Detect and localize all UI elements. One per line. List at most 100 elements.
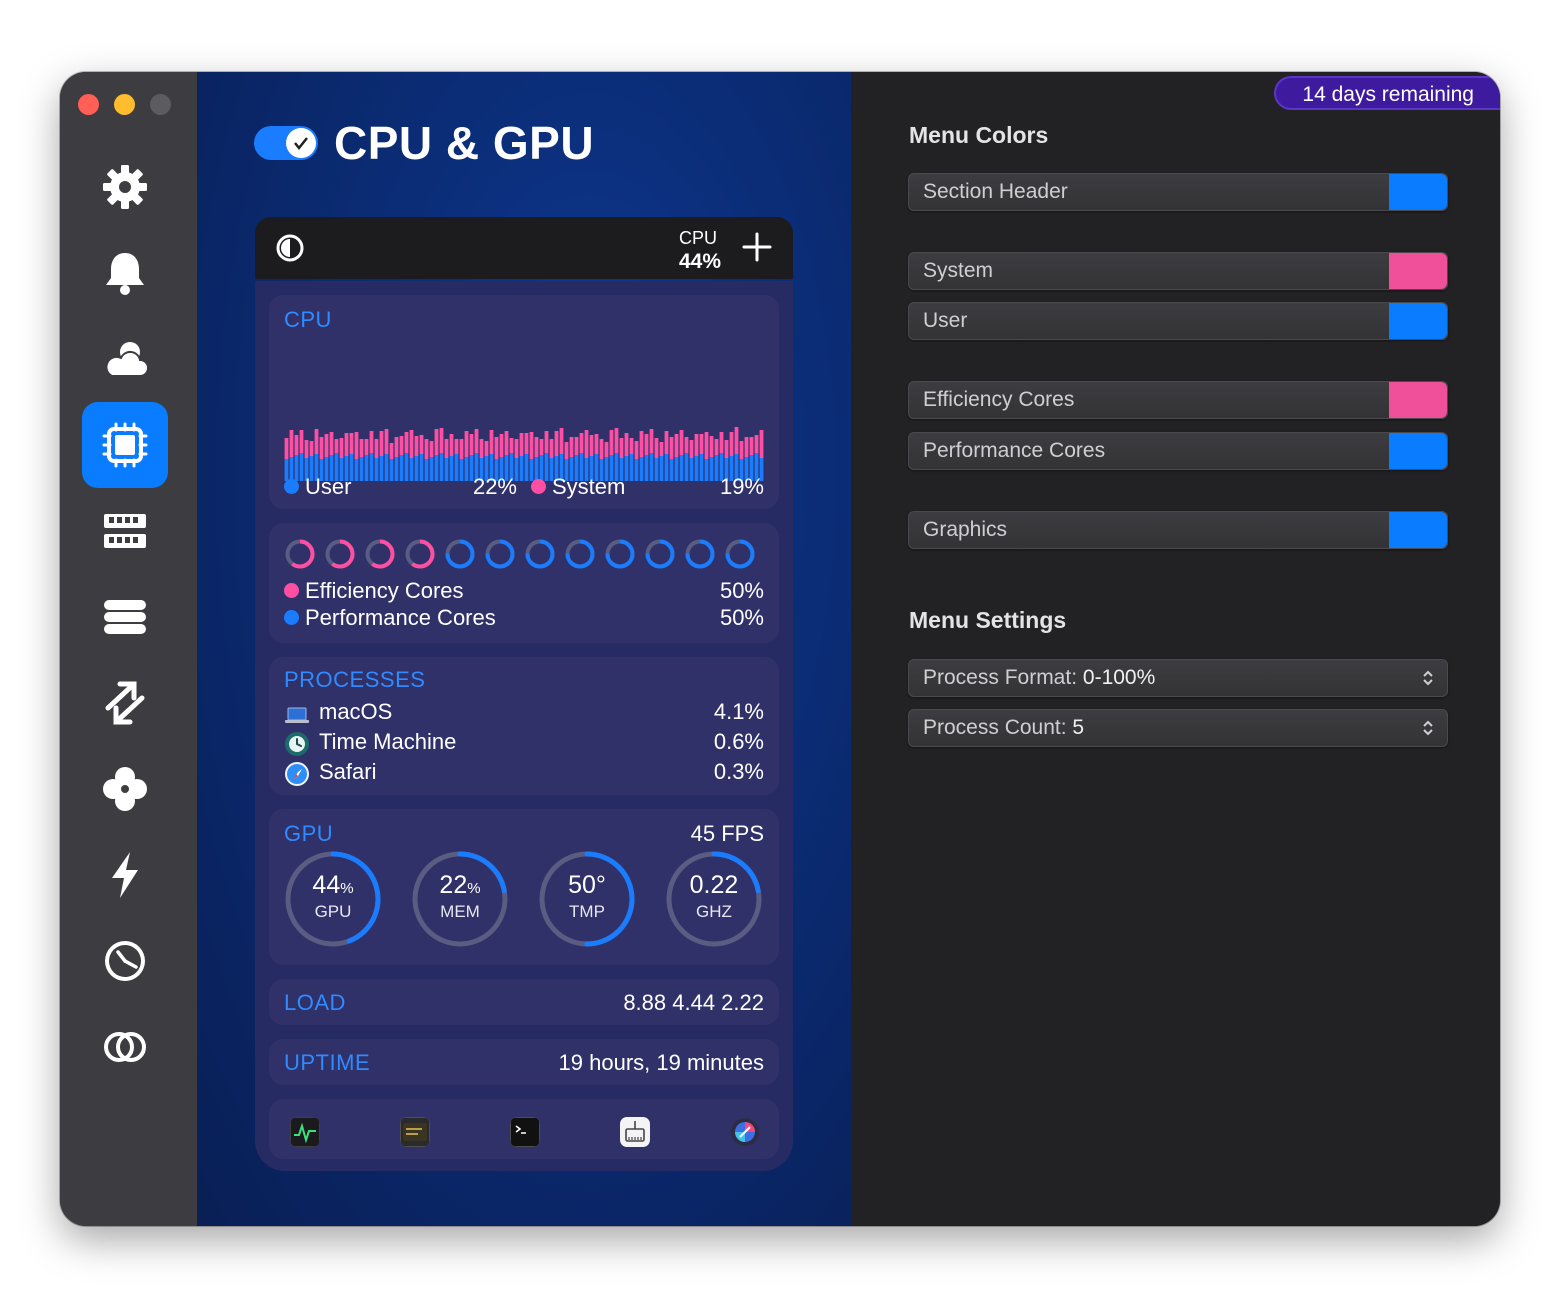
color-swatch[interactable]	[1389, 303, 1447, 339]
laptop-icon	[285, 707, 309, 723]
minimize-window-button[interactable]	[114, 94, 135, 115]
cpu-system-bar	[599, 439, 604, 459]
module-enabled-toggle[interactable]	[254, 126, 318, 160]
color-row-system[interactable]: System	[908, 252, 1448, 290]
sidebar-item-settings[interactable]	[82, 144, 168, 230]
close-window-button[interactable]	[78, 94, 99, 115]
cpu-user-bar	[389, 459, 394, 481]
sidebar-item-network[interactable]	[82, 660, 168, 746]
cpu-system-bar	[289, 430, 294, 457]
chip-icon	[102, 422, 148, 468]
sidebar-item-weather[interactable]	[82, 316, 168, 402]
dropdown-preview-card: CPU User 22% System 19% Efficiency Cores…	[255, 281, 793, 1171]
cpu-user-bar	[359, 457, 364, 481]
cpu-system-bar	[304, 440, 309, 458]
ram-icon	[104, 514, 146, 548]
cpu-system-bar	[314, 429, 319, 454]
sidebar-item-sensors[interactable]	[82, 746, 168, 832]
cpu-system-bar	[739, 441, 744, 459]
sidebar-item-cpu-gpu[interactable]	[82, 402, 168, 488]
cpu-system-bar	[734, 427, 739, 454]
sidebar-item-time[interactable]	[82, 918, 168, 1004]
gpu-title: GPU	[284, 821, 334, 846]
cpu-system-bar	[629, 438, 634, 454]
cpu-system-bar	[474, 429, 479, 453]
cpu-system-bar	[404, 432, 409, 453]
menubar-cpu-value: 44%	[679, 250, 722, 273]
cpu-system-bar	[674, 434, 679, 457]
sidebar-item-notifications[interactable]	[82, 230, 168, 316]
process-format-select[interactable]: Process Format: 0-100%	[908, 659, 1448, 697]
cpu-system-bar	[284, 438, 289, 459]
color-swatch[interactable]	[1389, 174, 1447, 210]
performance-legend: Performance Cores	[284, 605, 496, 631]
sidebar-item-bluetooth[interactable]	[82, 1004, 168, 1090]
color-swatch[interactable]	[1389, 433, 1447, 469]
disk-stack-icon	[104, 600, 146, 634]
cpu-system-bar	[569, 437, 574, 457]
load-value: 8.88 4.44 2.22	[623, 990, 764, 1015]
cpu-system-bar	[619, 438, 624, 458]
cpu-user-bar	[654, 458, 659, 481]
istat-icon[interactable]	[730, 1117, 760, 1147]
cpu-system-bar	[554, 431, 559, 456]
cpu-system-bar	[659, 442, 664, 456]
temp-gauge-value: 50°	[568, 871, 606, 899]
cpu-user-bar	[659, 456, 664, 481]
preview-panel: CPU & GPU CPU 44% CPU User 22% System 19…	[197, 72, 851, 1226]
activity-monitor-icon[interactable]	[290, 1117, 320, 1147]
process-count-select[interactable]: Process Count: 5	[908, 709, 1448, 747]
color-row-efficiency-cores[interactable]: Efficiency Cores	[908, 381, 1448, 419]
cpu-system-bar	[489, 430, 494, 454]
sidebar-item-battery[interactable]	[82, 832, 168, 918]
cpu-system-bar	[584, 430, 589, 458]
sidebar-item-disks[interactable]	[82, 574, 168, 660]
cpu-user-bar	[399, 455, 404, 481]
half-circle-icon[interactable]	[275, 233, 305, 263]
cpu-system-bar	[419, 435, 424, 454]
cpu-system-bar	[544, 431, 549, 453]
menubar-cpu-readout: CPU 44%	[679, 227, 721, 273]
color-swatch[interactable]	[1389, 512, 1447, 548]
cpu-system-bar	[329, 432, 334, 455]
console-icon[interactable]	[400, 1117, 430, 1147]
cpu-system-bar	[444, 439, 449, 458]
process-format-text: Process Format: 0-100%	[923, 666, 1156, 689]
freq-gauge-value: 0.22	[689, 871, 739, 899]
color-row-graphics[interactable]: Graphics	[908, 511, 1448, 549]
cpu-user-bar	[414, 456, 419, 481]
cpu-user-bar	[639, 457, 644, 481]
cpu-system-bar	[639, 431, 644, 457]
sidebar-item-memory[interactable]	[82, 488, 168, 574]
checkmark-icon	[294, 137, 308, 151]
color-row-label: Efficiency Cores	[923, 388, 1075, 411]
trial-badge[interactable]: 14 days remaining	[1274, 76, 1500, 110]
terminal-icon[interactable]	[510, 1117, 540, 1147]
gpu-section: GPU 45 FPS 44% GPU 22% MEM 50° TMP 0.22 …	[269, 809, 779, 965]
user-value: 22%	[472, 474, 517, 499]
cpu-system-bar	[689, 440, 694, 458]
page-title: CPU & GPU	[334, 117, 595, 169]
system-dot	[531, 478, 546, 494]
process-value-2: 0.3%	[713, 759, 764, 784]
color-row-performance-cores[interactable]: Performance Cores	[908, 432, 1448, 470]
color-swatch[interactable]	[1389, 382, 1447, 418]
zoom-window-button[interactable]	[150, 94, 171, 115]
color-swatch[interactable]	[1389, 253, 1447, 289]
color-row-user[interactable]: User	[908, 302, 1448, 340]
system-information-icon[interactable]	[620, 1117, 650, 1147]
cpu-user-bar	[374, 458, 379, 481]
arrows-icon	[105, 681, 145, 725]
cpu-user-bar	[394, 457, 399, 481]
cpu-system-bar	[299, 430, 304, 453]
color-row-section-header[interactable]: Section Header	[908, 173, 1448, 211]
gpu-gauge-label: GPU	[314, 902, 352, 921]
freq-gauge: 0.22 GHZ	[664, 849, 764, 949]
cpu-system-bar	[749, 437, 754, 455]
plus-icon[interactable]	[741, 231, 773, 263]
cpu-system-bar	[459, 439, 464, 459]
user-label: User	[305, 474, 352, 499]
cpu-system-bar	[724, 440, 729, 458]
bell-icon	[106, 253, 144, 295]
cpu-system-bar	[614, 428, 619, 453]
